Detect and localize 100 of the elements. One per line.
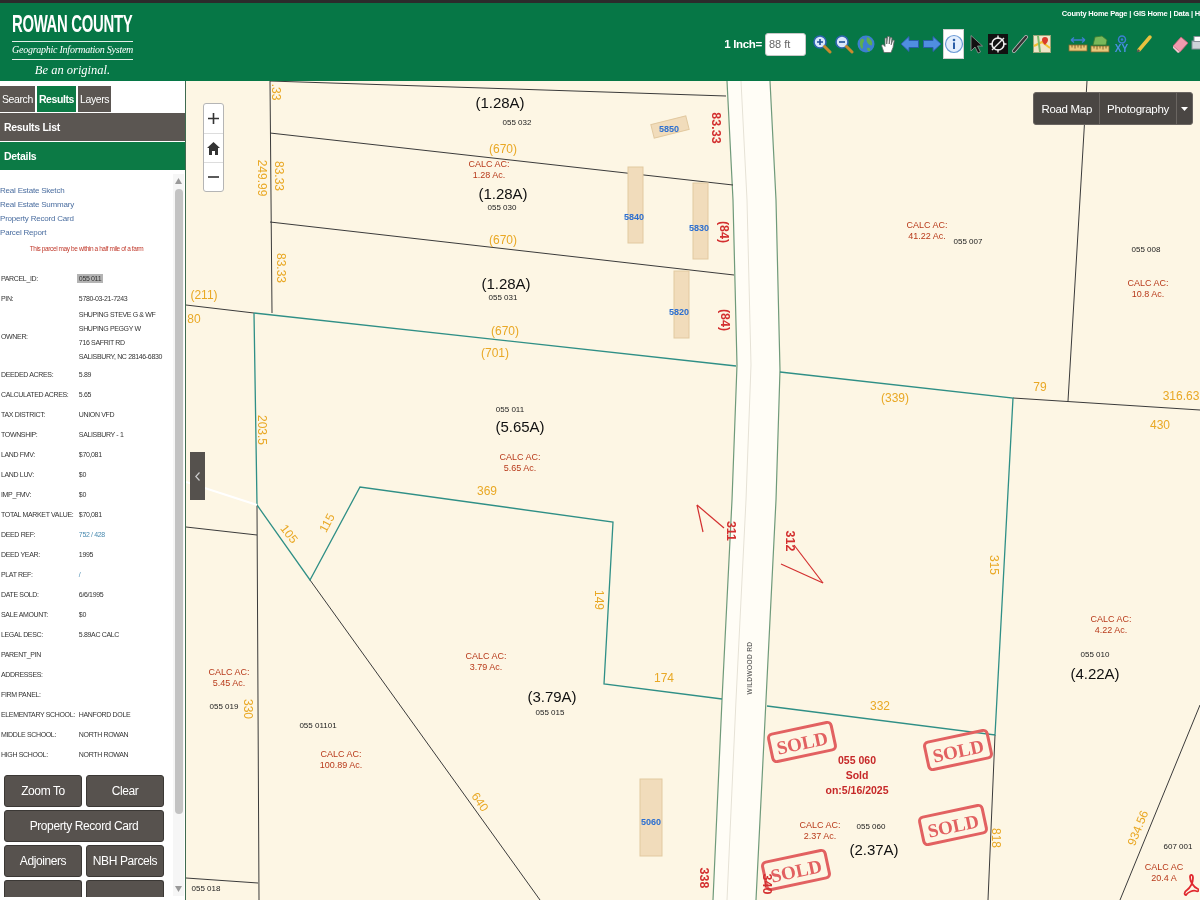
dimension-label: 174 bbox=[654, 671, 674, 685]
dimension-label: 249.99 bbox=[255, 159, 269, 197]
parcel-id-label: 055 060 bbox=[856, 821, 886, 831]
calculated-acres-label: CALC AC: 10.8 Ac. bbox=[1127, 278, 1169, 299]
parcel-acreage-label: (1.28A) bbox=[481, 274, 531, 292]
dimension-label: 83.33 bbox=[709, 112, 723, 144]
scrollbar[interactable] bbox=[173, 174, 184, 896]
dimension-label: 83.33 bbox=[274, 253, 288, 283]
dimension-label: 115 bbox=[316, 511, 338, 535]
dimension-label: 316.63 bbox=[1162, 389, 1200, 403]
home-icon bbox=[207, 141, 220, 155]
dimension-label: 640 bbox=[468, 789, 492, 815]
calculated-acres-label: CALC AC: 1.28 Ac. bbox=[468, 159, 510, 180]
sold-stamp: SOLD bbox=[922, 728, 994, 772]
parcel-id-label: 055 019 bbox=[209, 701, 239, 711]
report-link[interactable]: Real Estate Summary bbox=[0, 198, 74, 212]
logo-title: ROWAN COUNTY bbox=[12, 12, 133, 36]
dimension-label: 332 bbox=[870, 699, 890, 713]
address-label: 5060 bbox=[641, 817, 661, 827]
dimension-label: 315 bbox=[987, 555, 1001, 575]
parcel-id-label: 055 032 bbox=[502, 117, 532, 127]
dimension-label: 203.5 bbox=[255, 415, 269, 445]
zoom-out-icon bbox=[833, 34, 854, 54]
dimension-label: 311 bbox=[724, 520, 738, 542]
globe-icon bbox=[855, 34, 876, 54]
report-link[interactable]: Property Record Card bbox=[0, 212, 74, 226]
basemap-button[interactable]: Road Map bbox=[1034, 93, 1100, 124]
calculated-acres-label: CALC AC: 5.65 Ac. bbox=[499, 452, 541, 473]
sidebar-tab[interactable]: Search bbox=[0, 86, 35, 112]
right-arrow-icon bbox=[921, 34, 942, 54]
dimension-label: 79 bbox=[1033, 380, 1047, 394]
dimension-label: (670) bbox=[491, 324, 519, 338]
logo-tagline: Be an original. bbox=[34, 63, 111, 77]
panel-button[interactable]: Property Record Card bbox=[4, 810, 164, 842]
dimension-label: 369 bbox=[477, 484, 497, 498]
identify-button[interactable] bbox=[943, 29, 964, 59]
address-label: 5830 bbox=[689, 223, 709, 233]
chevron-left-icon bbox=[195, 471, 200, 481]
parcel-acreage-label: (3.79A) bbox=[527, 687, 577, 705]
calculated-acres-label: CALC AC: 4.22 Ac. bbox=[1090, 614, 1132, 635]
calculated-acres-label: CALC AC: 2.37 Ac. bbox=[799, 820, 841, 841]
dimension-label: 83.33 bbox=[272, 161, 286, 191]
pdf-icon[interactable] bbox=[1183, 873, 1199, 897]
calculated-acres-label: CALC AC 20.4 A bbox=[1144, 862, 1184, 883]
scroll-thumb[interactable] bbox=[174, 189, 183, 814]
crosshair-icon bbox=[987, 34, 1008, 54]
scale-label: 1 Inch= bbox=[724, 38, 762, 50]
dimension-label: 149 bbox=[592, 590, 606, 610]
parcel-id-label: 055 011 bbox=[495, 404, 525, 414]
minus-icon bbox=[208, 176, 219, 178]
dimension-label: 818 bbox=[989, 828, 1003, 848]
map-pin-icon bbox=[1031, 34, 1052, 54]
parcel-id-label: 055 010 bbox=[1080, 649, 1110, 659]
dimension-label: 312 bbox=[783, 530, 797, 552]
collapse-panel-button[interactable] bbox=[190, 452, 205, 500]
dimension-label: (84) bbox=[718, 308, 732, 332]
panel-button[interactable]: Clear bbox=[86, 775, 164, 807]
address-label: 5850 bbox=[659, 124, 679, 134]
report-link[interactable]: Real Estate Sketch bbox=[0, 184, 65, 198]
sidebar-tab[interactable]: Results bbox=[36, 86, 76, 112]
scroll-down-icon[interactable] bbox=[175, 886, 182, 892]
parcel-id-label: 055 008 bbox=[1131, 244, 1161, 254]
section-header[interactable]: Results List bbox=[0, 113, 185, 141]
sold-stamp: SOLD bbox=[917, 803, 989, 847]
info-icon bbox=[943, 34, 964, 54]
dimension-label: 105 bbox=[277, 521, 301, 547]
report-link[interactable]: Parcel Report bbox=[0, 226, 47, 240]
parcel-acreage-label: (4.22A) bbox=[1070, 664, 1120, 682]
calculated-acres-label: CALC AC: 100.89 Ac. bbox=[319, 749, 363, 770]
dimension-label: .33 bbox=[269, 83, 283, 101]
dimension-label: (211) bbox=[190, 288, 218, 302]
dimension-label: 80 bbox=[187, 312, 201, 326]
dimension-label: 338 bbox=[697, 867, 711, 889]
parcel-acreage-label: (1.28A) bbox=[475, 93, 525, 111]
plus-icon bbox=[208, 113, 219, 124]
scale-input[interactable]: 88 ft bbox=[765, 32, 806, 56]
parcel-id-label: 055 015 bbox=[535, 707, 565, 717]
sold-stamp: SOLD bbox=[766, 720, 838, 764]
section-header[interactable]: Details bbox=[0, 142, 185, 170]
basemap-button[interactable]: Photography bbox=[1099, 93, 1176, 124]
parcel-acreage-label: (2.37A) bbox=[849, 840, 899, 858]
dimension-label: (701) bbox=[481, 346, 509, 360]
parcel-id-label: 055 030 bbox=[487, 202, 517, 212]
address-label: 5820 bbox=[669, 307, 689, 317]
panel-button[interactable]: Zoom To bbox=[4, 775, 82, 807]
address-label: 5840 bbox=[624, 212, 644, 222]
calculated-acres-label: CALC AC: 3.79 Ac. bbox=[465, 651, 507, 672]
scroll-up-icon[interactable] bbox=[175, 178, 182, 184]
parcel-acreage-label: (1.28A) bbox=[478, 184, 528, 202]
parcel-acreage-label: (5.65A) bbox=[495, 417, 545, 435]
parcel-id-label: 055 007 bbox=[953, 236, 983, 246]
dimension-label: (339) bbox=[881, 391, 909, 405]
sidebar-tab[interactable]: Layers bbox=[78, 86, 112, 112]
dimension-label: 430 bbox=[1150, 418, 1170, 432]
calculated-acres-label: CALC AC: 41.22 Ac. bbox=[906, 220, 948, 241]
panel-button[interactable]: Adjoiners bbox=[4, 845, 82, 877]
panel-button[interactable]: NBH Parcels bbox=[86, 845, 164, 877]
ruler-icon bbox=[1067, 34, 1088, 54]
caret-icon bbox=[1181, 106, 1188, 111]
parcel-id-label: 607 001 bbox=[1163, 841, 1193, 851]
